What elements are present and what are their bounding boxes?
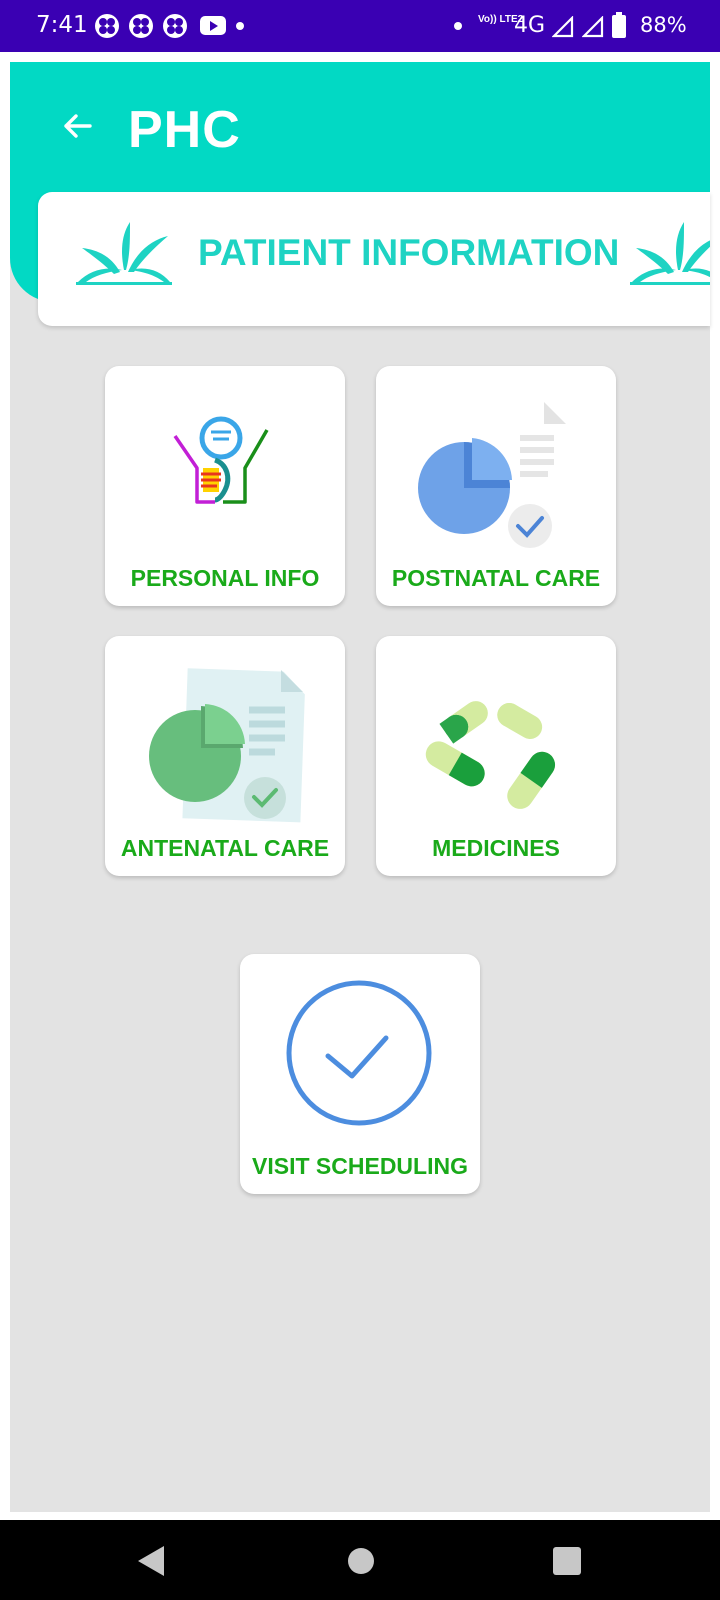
tile-label: PERSONAL INFO xyxy=(130,565,320,591)
tile-label: ANTENATAL CARE xyxy=(120,835,330,861)
app-screen: PHC PATIENT INFORMATION PERSONAL INFO PO… xyxy=(10,62,710,1512)
notification-app-icon xyxy=(95,14,119,38)
network-type: 4G xyxy=(514,13,546,38)
status-bar: 7:41 Vo)) LTE2 4G 88% xyxy=(0,0,720,52)
signal-icon xyxy=(582,16,604,38)
check-circle-icon xyxy=(286,980,432,1126)
tile-label: VISIT SCHEDULING xyxy=(252,1153,468,1179)
banner-title: PATIENT INFORMATION xyxy=(198,232,620,273)
more-notifications-dot-icon xyxy=(236,22,244,30)
youtube-icon xyxy=(200,16,226,35)
battery-percent: 88% xyxy=(640,13,687,37)
arrow-left-icon[interactable] xyxy=(56,104,100,148)
leaf-logo-icon xyxy=(76,222,172,285)
medicines-tile[interactable]: MEDICINES xyxy=(376,636,616,876)
capsules-icon xyxy=(425,701,556,809)
signal-icon xyxy=(552,16,574,38)
tile-label: MEDICINES xyxy=(432,835,560,861)
patient-info-banner: PATIENT INFORMATION xyxy=(38,192,710,326)
pie-chart-document-icon xyxy=(149,668,305,823)
leaf-logo-icon xyxy=(630,222,710,285)
status-dot-icon xyxy=(454,22,462,30)
antenatal-care-tile[interactable]: ANTENATAL CARE xyxy=(105,636,345,876)
notification-app-icon xyxy=(163,14,187,38)
postnatal-care-tile[interactable]: POSTNATAL CARE xyxy=(376,366,616,606)
tile-label: POSTNATAL CARE xyxy=(391,565,601,591)
nav-recents-icon[interactable] xyxy=(553,1547,581,1575)
battery-icon xyxy=(612,15,626,38)
person-info-icon xyxy=(173,416,269,504)
nav-back-icon[interactable] xyxy=(136,1544,166,1578)
system-navigation-bar xyxy=(0,1520,720,1600)
personal-info-tile[interactable]: PERSONAL INFO xyxy=(105,366,345,606)
notification-app-icon xyxy=(129,14,153,38)
status-time: 7:41 xyxy=(36,12,88,38)
visit-scheduling-tile[interactable]: VISIT SCHEDULING xyxy=(240,954,480,1194)
nav-home-icon[interactable] xyxy=(348,1548,374,1574)
page-title: PHC xyxy=(128,101,241,159)
pie-chart-report-icon xyxy=(418,402,566,548)
